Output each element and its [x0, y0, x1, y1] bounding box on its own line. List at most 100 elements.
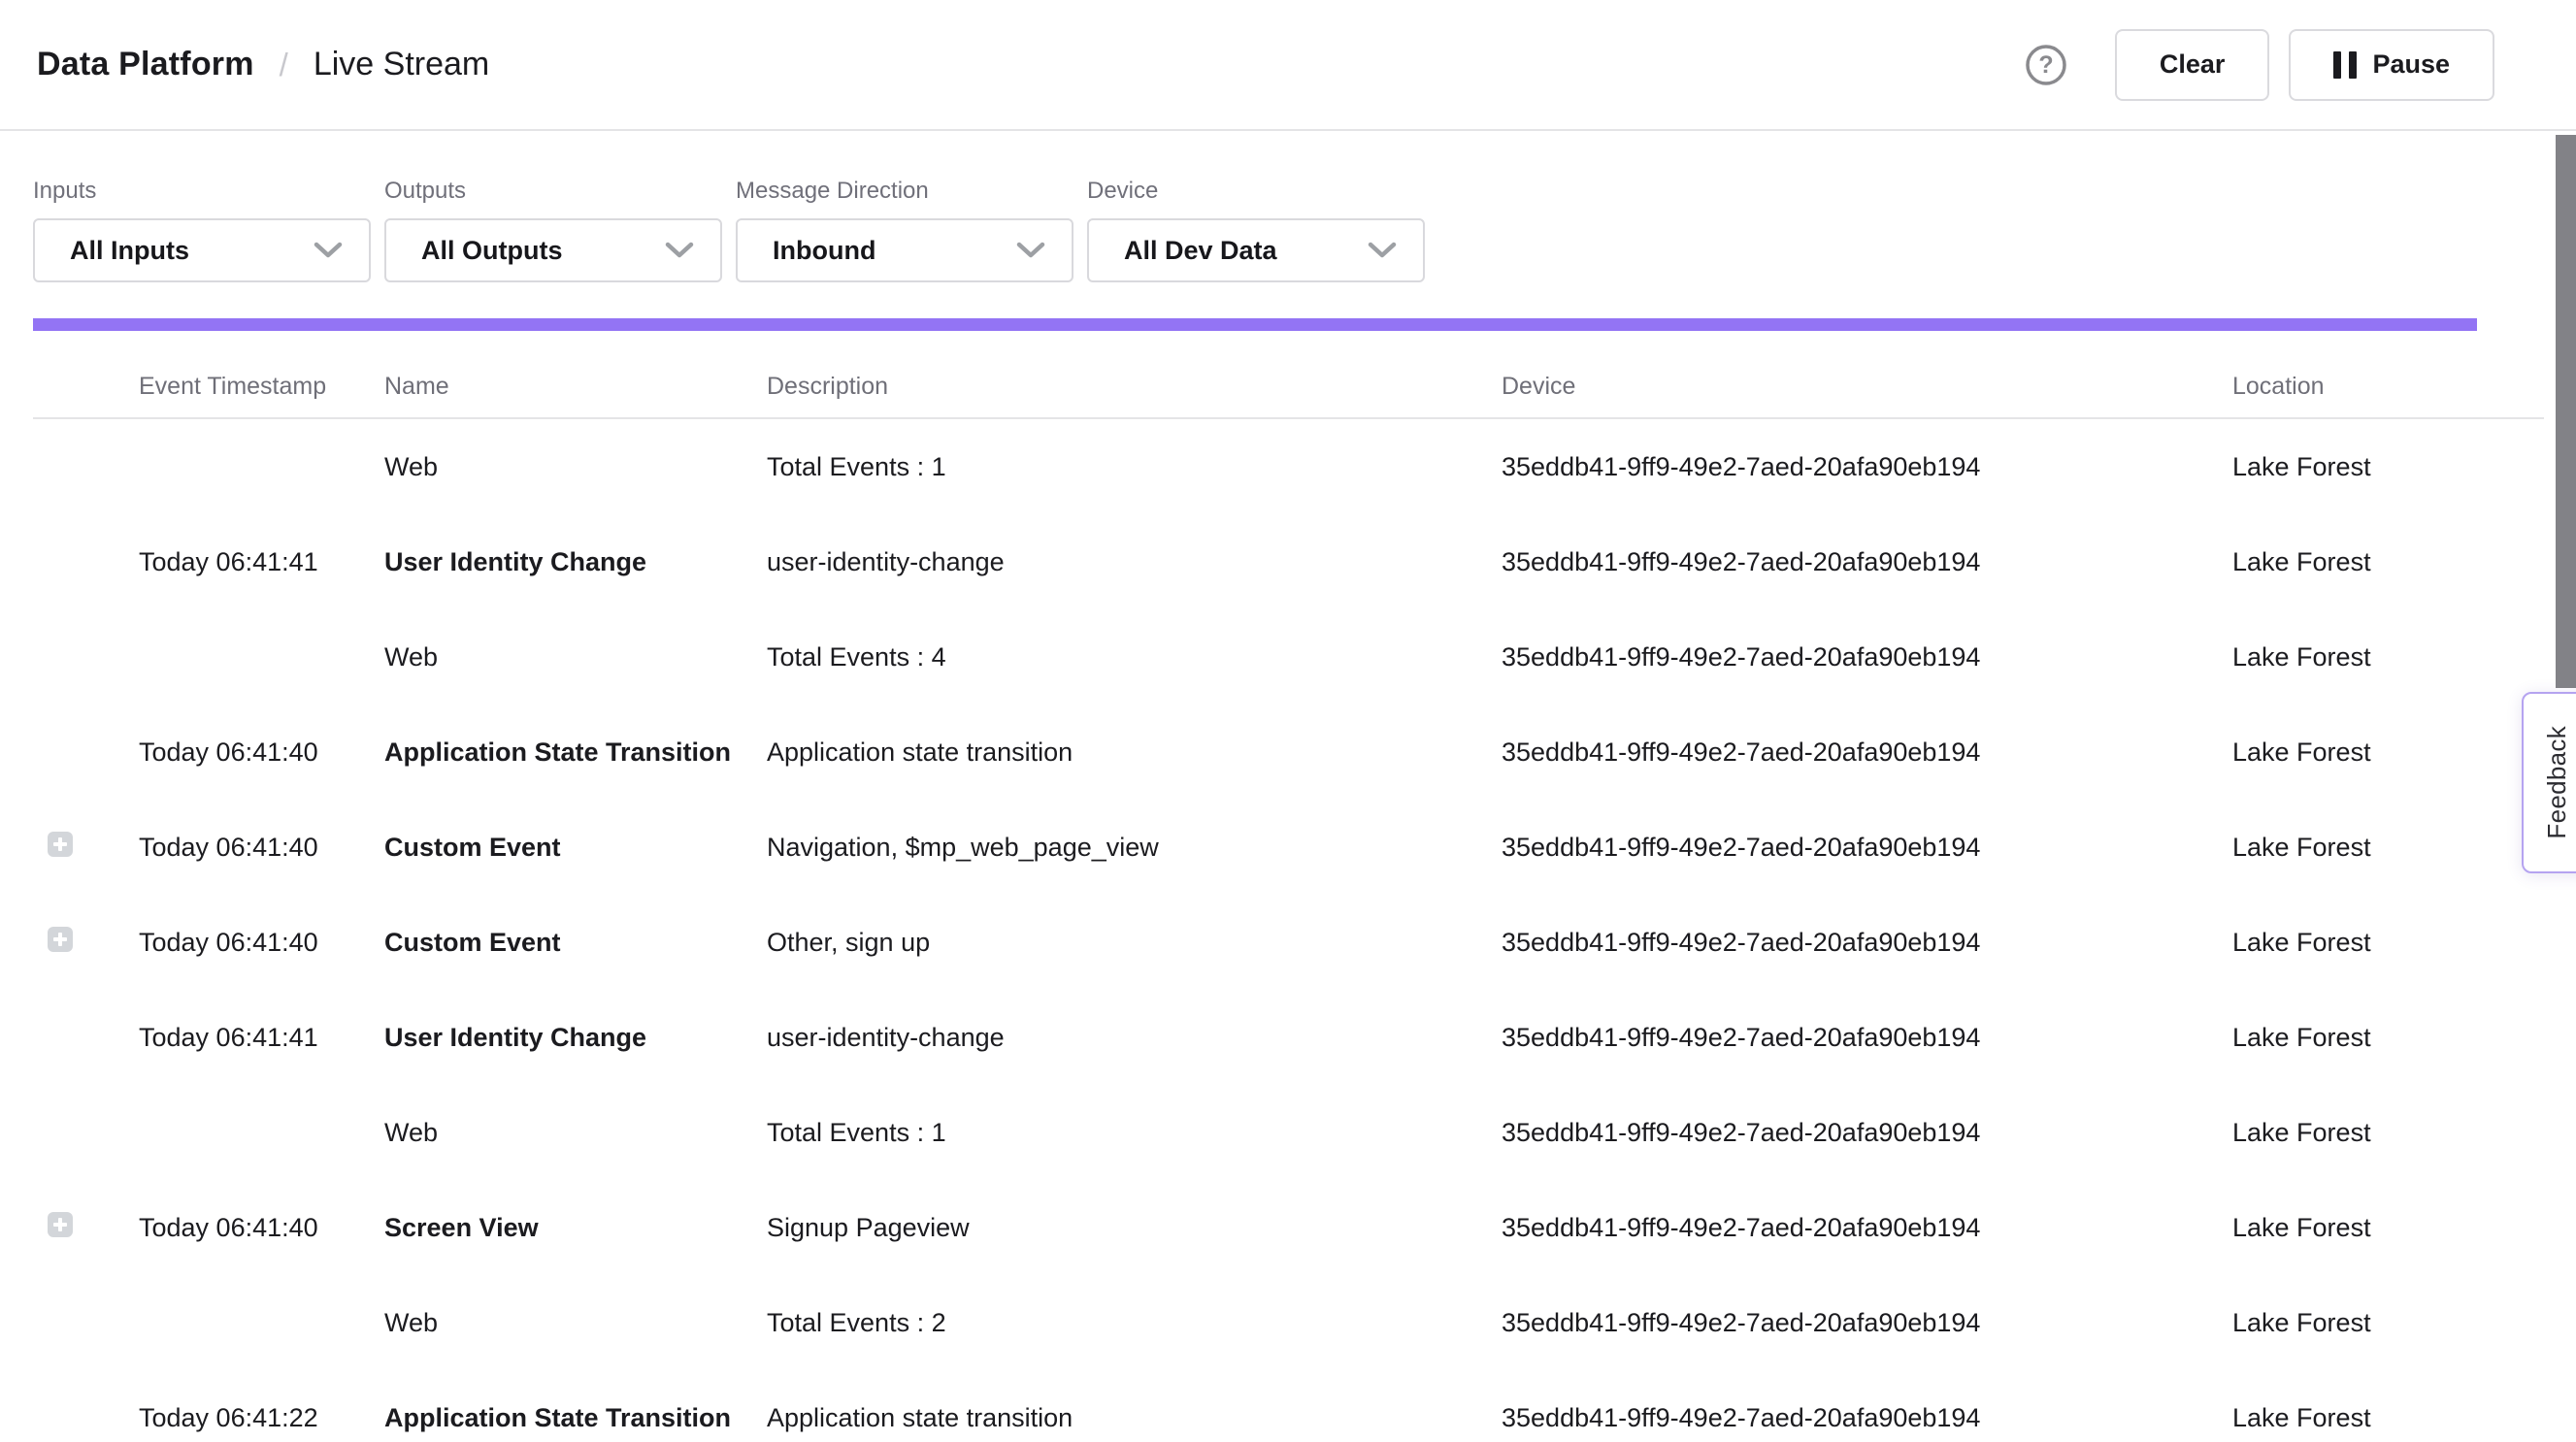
outputs-dropdown-value: All Outputs: [421, 236, 562, 266]
table-row[interactable]: Today 06:41:22 Application State Transit…: [33, 1370, 2544, 1442]
cell-location: Lake Forest: [2232, 1118, 2544, 1148]
filter-device: Device All Dev Data: [1087, 178, 1425, 282]
cell-description: Application state transition: [767, 737, 1502, 768]
cell-timestamp: Today 06:41:40: [139, 833, 384, 863]
top-bar-actions: ? Clear Pause: [2024, 29, 2494, 101]
expand-plus-icon[interactable]: [48, 1212, 73, 1237]
cell-location: Lake Forest: [2232, 642, 2544, 672]
cell-description: Signup Pageview: [767, 1213, 1502, 1243]
cell-device: 35eddb41-9ff9-49e2-7aed-20afa90eb194: [1502, 1118, 2232, 1148]
pause-button-label: Pause: [2372, 49, 2450, 80]
chevron-down-icon: [1015, 241, 1046, 260]
message-direction-dropdown-value: Inbound: [773, 236, 875, 266]
cell-description: Application state transition: [767, 1403, 1502, 1433]
pause-icon: [2333, 51, 2357, 79]
filter-device-label: Device: [1087, 178, 1425, 205]
breadcrumb-separator: /: [280, 47, 288, 83]
top-bar: Data Platform / Live Stream ? Clear Paus…: [0, 0, 2576, 131]
table-row[interactable]: Today 06:41:40 Custom Event Navigation, …: [33, 800, 2544, 895]
clear-button[interactable]: Clear: [2115, 29, 2270, 101]
chevron-down-icon: [1367, 241, 1398, 260]
device-dropdown-value: All Dev Data: [1124, 236, 1277, 266]
header-name: Name: [384, 373, 767, 401]
cell-location: Lake Forest: [2232, 547, 2544, 577]
cell-device: 35eddb41-9ff9-49e2-7aed-20afa90eb194: [1502, 547, 2232, 577]
cell-description: Total Events : 2: [767, 1308, 1502, 1338]
cell-name: User Identity Change: [384, 547, 767, 577]
header-description: Description: [767, 373, 1502, 401]
expand-plus-icon[interactable]: [48, 832, 73, 857]
table-row[interactable]: Today 06:41:41 User Identity Change user…: [33, 990, 2544, 1085]
cell-description: Total Events : 1: [767, 1118, 1502, 1148]
inputs-dropdown-value: All Inputs: [70, 236, 189, 266]
feedback-tab[interactable]: Feedback: [2522, 692, 2576, 873]
cell-device: 35eddb41-9ff9-49e2-7aed-20afa90eb194: [1502, 1213, 2232, 1243]
cell-timestamp: Today 06:41:41: [139, 547, 384, 577]
breadcrumb-section[interactable]: Data Platform: [37, 46, 254, 83]
cell-timestamp: Today 06:41:40: [139, 928, 384, 958]
table-body: Web Total Events : 1 35eddb41-9ff9-49e2-…: [0, 419, 2576, 1442]
breadcrumb: Data Platform / Live Stream: [37, 46, 489, 83]
cell-location: Lake Forest: [2232, 1308, 2544, 1338]
cell-name: Screen View: [384, 1213, 767, 1243]
cell-timestamp: Today 06:41:41: [139, 1023, 384, 1053]
cell-name: Application State Transition: [384, 737, 767, 768]
filter-message-direction: Message Direction Inbound: [736, 178, 1073, 282]
cell-device: 35eddb41-9ff9-49e2-7aed-20afa90eb194: [1502, 1308, 2232, 1338]
device-dropdown[interactable]: All Dev Data: [1087, 218, 1425, 282]
table-row[interactable]: Today 06:41:40 Screen View Signup Pagevi…: [33, 1180, 2544, 1275]
stream-progress-bar: [33, 318, 2477, 331]
header-location: Location: [2232, 373, 2544, 401]
cell-location: Lake Forest: [2232, 737, 2544, 768]
table-row[interactable]: Today 06:41:40 Application State Transit…: [33, 705, 2544, 800]
cell-device: 35eddb41-9ff9-49e2-7aed-20afa90eb194: [1502, 1023, 2232, 1053]
cell-description: Total Events : 4: [767, 642, 1502, 672]
cell-device: 35eddb41-9ff9-49e2-7aed-20afa90eb194: [1502, 833, 2232, 863]
cell-name: Web: [384, 452, 767, 482]
table-row[interactable]: Web Total Events : 4 35eddb41-9ff9-49e2-…: [33, 609, 2544, 705]
cell-location: Lake Forest: [2232, 1403, 2544, 1433]
cell-location: Lake Forest: [2232, 1023, 2544, 1053]
help-button[interactable]: ?: [2024, 43, 2068, 87]
filters-bar: Inputs All Inputs Outputs All Outputs Me…: [0, 131, 2576, 282]
inputs-dropdown[interactable]: All Inputs: [33, 218, 371, 282]
filter-outputs-label: Outputs: [384, 178, 722, 205]
filter-inputs: Inputs All Inputs: [33, 178, 371, 282]
feedback-tab-label: Feedback: [2542, 726, 2572, 839]
cell-location: Lake Forest: [2232, 833, 2544, 863]
cell-location: Lake Forest: [2232, 452, 2544, 482]
filter-outputs: Outputs All Outputs: [384, 178, 722, 282]
cell-timestamp: Today 06:41:40: [139, 737, 384, 768]
cell-name: Custom Event: [384, 928, 767, 958]
chevron-down-icon: [664, 241, 695, 260]
cell-description: Navigation, $mp_web_page_view: [767, 833, 1502, 863]
outputs-dropdown[interactable]: All Outputs: [384, 218, 722, 282]
message-direction-dropdown[interactable]: Inbound: [736, 218, 1073, 282]
stream-progress-track: [33, 318, 2576, 331]
cell-device: 35eddb41-9ff9-49e2-7aed-20afa90eb194: [1502, 928, 2232, 958]
cell-name: User Identity Change: [384, 1023, 767, 1053]
pause-button[interactable]: Pause: [2289, 29, 2494, 101]
cell-timestamp: Today 06:41:40: [139, 1213, 384, 1243]
header-device: Device: [1502, 373, 2232, 401]
expand-plus-icon[interactable]: [48, 927, 73, 952]
cell-name: Web: [384, 642, 767, 672]
header-event-timestamp: Event Timestamp: [139, 373, 384, 401]
table-row[interactable]: Web Total Events : 2 35eddb41-9ff9-49e2-…: [33, 1275, 2544, 1370]
table-row[interactable]: Web Total Events : 1 35eddb41-9ff9-49e2-…: [33, 1085, 2544, 1180]
cell-description: Total Events : 1: [767, 452, 1502, 482]
scrollbar-thumb[interactable]: [2556, 135, 2576, 688]
cell-device: 35eddb41-9ff9-49e2-7aed-20afa90eb194: [1502, 452, 2232, 482]
filter-message-direction-label: Message Direction: [736, 178, 1073, 205]
table-row[interactable]: Web Total Events : 1 35eddb41-9ff9-49e2-…: [33, 419, 2544, 514]
table-row[interactable]: Today 06:41:41 User Identity Change user…: [33, 514, 2544, 609]
cell-timestamp: Today 06:41:22: [139, 1403, 384, 1433]
filter-inputs-label: Inputs: [33, 178, 371, 205]
table-row[interactable]: Today 06:41:40 Custom Event Other, sign …: [33, 895, 2544, 990]
question-mark-circle-icon: ?: [2024, 43, 2068, 87]
cell-device: 35eddb41-9ff9-49e2-7aed-20afa90eb194: [1502, 1403, 2232, 1433]
live-stream-page: Data Platform / Live Stream ? Clear Paus…: [0, 0, 2576, 1442]
cell-description: user-identity-change: [767, 1023, 1502, 1053]
page-title: Live Stream: [314, 46, 489, 83]
cell-location: Lake Forest: [2232, 1213, 2544, 1243]
